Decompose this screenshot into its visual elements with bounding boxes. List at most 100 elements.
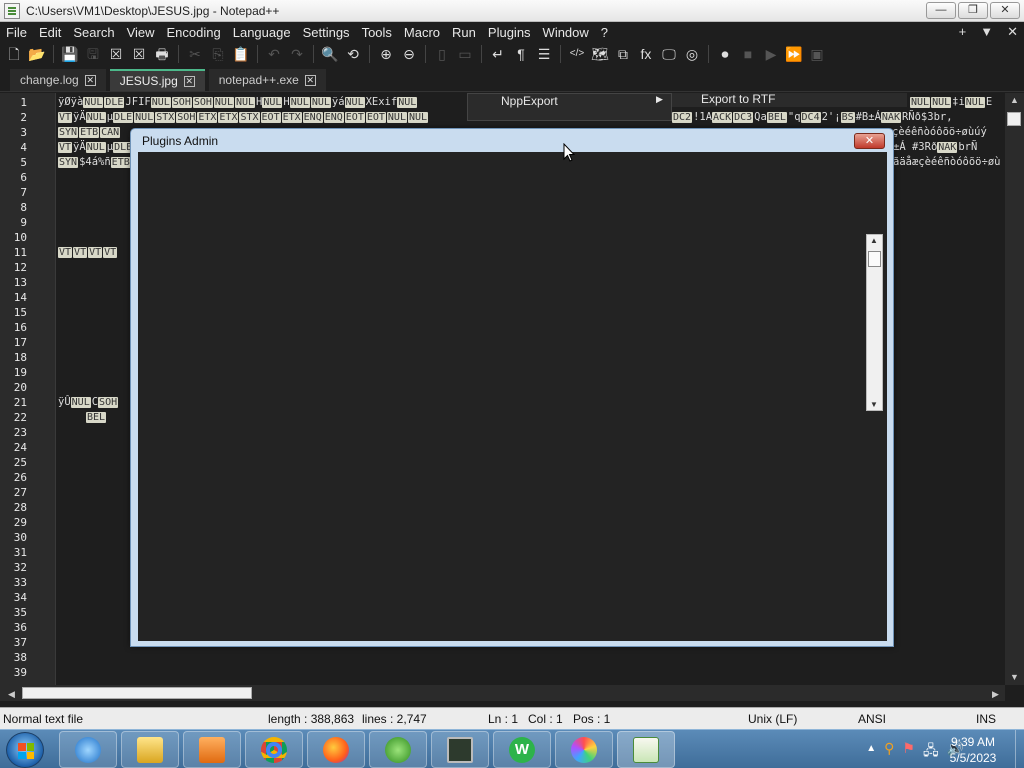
menu-encoding[interactable]: Encoding (161, 25, 227, 40)
control-char-badge: NUL (150, 97, 171, 108)
menu-item-export-rtf[interactable]: Export to RTF (701, 92, 775, 106)
scroll-down-icon[interactable]: ▼ (1010, 672, 1019, 682)
open-file-icon[interactable]: 📂 (27, 44, 47, 64)
line-number: 19 (13, 366, 27, 379)
tab-notepad-exe[interactable]: notepad++.exe ✕ (208, 69, 326, 91)
scroll-left-icon[interactable]: ◀ (8, 689, 15, 700)
indent-guide-icon[interactable]: ☰ (534, 44, 554, 64)
close-doc-icon[interactable]: ✕ (1007, 22, 1018, 42)
close-tab-icon[interactable]: ✕ (84, 74, 96, 86)
menu-window[interactable]: Window (537, 25, 595, 40)
play-macro-icon[interactable]: ▶ (761, 44, 781, 64)
menu-run[interactable]: Run (446, 25, 482, 40)
print-icon[interactable]: 🖶 (152, 44, 172, 64)
plugin-list-scroll-thumb[interactable] (868, 251, 881, 267)
scroll-right-icon[interactable]: ▶ (992, 689, 999, 700)
menu-help[interactable]: ? (595, 25, 614, 40)
save-icon[interactable]: 💾 (60, 44, 80, 64)
menu-tools[interactable]: Tools (356, 25, 398, 40)
word-wrap-icon[interactable]: ↵ (488, 44, 508, 64)
taskbar-media-center[interactable] (369, 731, 427, 768)
scroll-down-icon[interactable]: ▼ (870, 400, 878, 409)
save-macro-icon[interactable]: ▣ (807, 44, 827, 64)
new-tab-icon[interactable]: + (959, 22, 967, 42)
tab-list-icon[interactable]: ▼ (980, 22, 993, 42)
menu-search[interactable]: Search (67, 25, 120, 40)
show-desktop-button[interactable] (1015, 730, 1024, 768)
tab-jesus-jpg[interactable]: JESUS.jpg ✕ (109, 69, 205, 91)
paste-icon[interactable]: 📋 (231, 44, 251, 64)
close-icon[interactable]: ☒ (106, 44, 126, 64)
control-char-badge: DC2 (672, 112, 693, 123)
tab-change-log[interactable]: change.log ✕ (10, 69, 106, 91)
undo-icon[interactable]: ↶ (264, 44, 284, 64)
folder-workspace-icon[interactable]: 🖵 (659, 44, 679, 64)
show-all-chars-icon[interactable]: ¶ (511, 44, 531, 64)
zoom-in-icon[interactable]: ⊕ (376, 44, 396, 64)
control-char-badge: ETB (110, 157, 131, 168)
find-icon[interactable]: 🔍 (320, 44, 340, 64)
doc-list-icon[interactable]: ⧉ (613, 44, 633, 64)
status-encoding[interactable]: ANSI (858, 712, 886, 726)
menu-settings[interactable]: Settings (297, 25, 356, 40)
close-tab-icon[interactable]: ✕ (304, 74, 316, 86)
sync-h-icon[interactable]: ▭ (455, 44, 475, 64)
replace-icon[interactable]: ⟲ (343, 44, 363, 64)
menu-plugins[interactable]: Plugins (482, 25, 537, 40)
menu-view[interactable]: View (121, 25, 161, 40)
horizontal-scroll-thumb[interactable] (22, 687, 252, 699)
scroll-up-icon[interactable]: ▲ (870, 236, 878, 245)
taskbar-notepad-plus-plus[interactable] (617, 731, 675, 768)
action-center-flag-icon[interactable]: ⚑ (902, 740, 915, 764)
taskbar-colorful-app[interactable] (555, 731, 613, 768)
plugin-list-scrollbar[interactable]: ▲ ▼ (866, 234, 883, 411)
close-button[interactable]: ✕ (990, 2, 1020, 19)
copy-icon[interactable]: ⎘ (208, 44, 228, 64)
menu-language[interactable]: Language (227, 25, 297, 40)
new-file-icon[interactable]: 🗋 (4, 44, 24, 64)
start-button[interactable] (6, 732, 44, 768)
redo-icon[interactable]: ↷ (287, 44, 307, 64)
taskbar-firefox[interactable] (307, 731, 365, 768)
xml-icon[interactable]: </> (567, 44, 587, 64)
line-number: 16 (13, 321, 27, 334)
clock[interactable]: 9:39 AM 5/5/2023 (935, 734, 1011, 766)
vertical-scroll-thumb[interactable] (1007, 112, 1021, 126)
menu-macro[interactable]: Macro (398, 25, 446, 40)
taskbar-internet-explorer[interactable] (59, 731, 117, 768)
function-list-icon[interactable]: fx (636, 44, 656, 64)
minimize-button[interactable]: — (926, 2, 956, 19)
scroll-up-icon[interactable]: ▲ (1010, 95, 1019, 105)
maximize-button[interactable]: ❐ (958, 2, 988, 19)
taskbar-file-explorer[interactable] (121, 731, 179, 768)
close-tab-icon[interactable]: ✕ (183, 75, 195, 87)
doc-map-icon[interactable]: 🗺 (590, 44, 610, 64)
save-all-icon[interactable]: 🖫 (83, 44, 103, 64)
taskbar-word-processor[interactable]: W (493, 731, 551, 768)
show-hidden-icons-icon[interactable]: ▲ (866, 740, 876, 764)
record-macro-icon[interactable]: ⏺ (715, 44, 735, 64)
monitor-icon[interactable]: ◎ (682, 44, 702, 64)
control-char-badge: NUL (310, 97, 331, 108)
menu-item-nppexport[interactable]: NppExport (501, 94, 558, 108)
sync-v-icon[interactable]: ▯ (432, 44, 452, 64)
search-tray-icon[interactable]: ⚲ (884, 740, 894, 764)
zoom-out-icon[interactable]: ⊖ (399, 44, 419, 64)
taskbar-media-player[interactable] (183, 731, 241, 768)
menu-file[interactable]: File (0, 25, 33, 40)
vertical-scrollbar[interactable] (1005, 93, 1024, 685)
menu-edit[interactable]: Edit (33, 25, 67, 40)
taskbar-task-manager[interactable] (431, 731, 489, 768)
line-number: 10 (13, 231, 27, 244)
cut-icon[interactable]: ✂ (185, 44, 205, 64)
close-all-icon[interactable]: ☒ (129, 44, 149, 64)
stop-macro-icon[interactable]: ■ (738, 44, 758, 64)
dialog-close-button[interactable]: ✕ (854, 133, 885, 149)
status-insert-mode[interactable]: INS (976, 712, 996, 726)
media-center-icon (385, 736, 411, 763)
taskbar-chrome[interactable] (245, 731, 303, 768)
code-text: 2'¡ (821, 111, 841, 123)
run-macro-multiple-icon[interactable]: ⏩ (784, 44, 804, 64)
line-number: 23 (13, 426, 27, 439)
status-eol[interactable]: Unix (LF) (748, 712, 797, 726)
